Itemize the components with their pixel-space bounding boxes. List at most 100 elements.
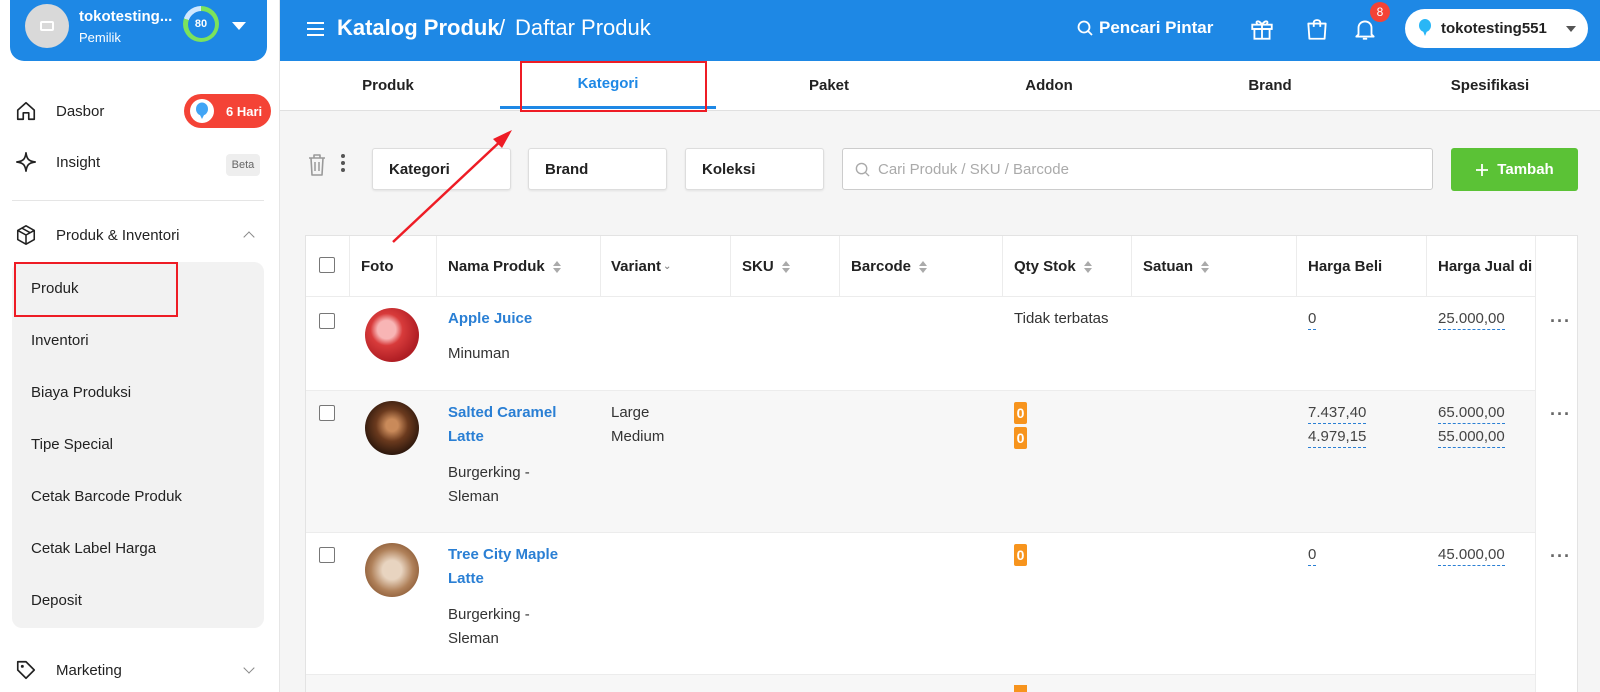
qty-stock-text: Tidak terbatas xyxy=(1014,310,1109,327)
column-header-foto: Foto xyxy=(361,236,393,297)
tab-spesifikasi[interactable]: Spesifikasi xyxy=(1382,61,1598,109)
store-name: tokotesting... xyxy=(79,8,173,25)
product-category: Minuman xyxy=(448,345,510,362)
store-selector[interactable]: tokotesting551 xyxy=(1405,9,1588,48)
buy-price[interactable]: 7.437,40 xyxy=(1308,403,1367,424)
submenu-item-tipe-special[interactable]: Tipe Special xyxy=(31,436,113,453)
buy-price[interactable]: 0 xyxy=(1308,309,1317,330)
submenu-item-biaya-produksi[interactable]: Biaya Produksi xyxy=(31,384,131,401)
breadcrumb-catalog[interactable]: Katalog Produk xyxy=(337,15,500,41)
table-row[interactable] xyxy=(306,675,1577,692)
hamburger-menu-icon[interactable] xyxy=(307,22,324,36)
product-name-line: Latte xyxy=(448,570,484,587)
sort-icon[interactable] xyxy=(919,260,928,273)
completion-score: 80 xyxy=(187,10,215,38)
trial-days-label: 6 Hari xyxy=(226,103,263,119)
buy-price[interactable]: 0 xyxy=(1308,545,1317,566)
sidebar-item-label: Dasbor xyxy=(56,102,105,120)
sidebar-item-label: Produk & Inventori xyxy=(56,226,180,244)
product-category-line: Sleman xyxy=(448,630,499,647)
column-header-satuan[interactable]: Satuan xyxy=(1143,236,1210,297)
column-header-variant[interactable]: Variant ⌄ xyxy=(611,236,671,297)
product-name-link[interactable]: Tree City Maple Latte xyxy=(448,543,558,591)
product-photo xyxy=(365,401,419,455)
trash-icon[interactable] xyxy=(307,153,327,177)
row-actions-column: ··· ··· ··· xyxy=(1535,236,1577,692)
page-title: Daftar Produk xyxy=(515,15,651,40)
sell-price-list: 65.000,00 55.000,00 xyxy=(1438,401,1505,449)
gift-icon[interactable] xyxy=(1247,14,1277,44)
sort-icon[interactable] xyxy=(1083,260,1092,273)
sell-price[interactable]: 55.000,00 xyxy=(1438,427,1505,448)
table-row[interactable]: Apple Juice Minuman Tidak terbatas 0 25.… xyxy=(306,297,1577,391)
sell-price[interactable]: 45.000,00 xyxy=(1438,545,1505,566)
filter-brand-button[interactable]: Brand xyxy=(528,148,667,190)
product-search-input[interactable] xyxy=(878,160,1418,178)
camera-icon xyxy=(40,21,54,31)
tab-addon[interactable]: Addon xyxy=(941,61,1157,109)
row-more-icon[interactable]: ··· xyxy=(1550,311,1571,332)
tab-produk[interactable]: Produk xyxy=(280,61,496,109)
column-header-barcode[interactable]: Barcode xyxy=(851,236,928,297)
submenu-item-cetak-label-harga[interactable]: Cetak Label Harga xyxy=(31,540,156,557)
tab-brand[interactable]: Brand xyxy=(1162,61,1378,109)
submenu-item-cetak-barcode[interactable]: Cetak Barcode Produk xyxy=(31,488,182,505)
submenu-item-deposit[interactable]: Deposit xyxy=(31,592,82,609)
shopping-bag-icon[interactable] xyxy=(1302,14,1332,44)
sell-price[interactable]: 65.000,00 xyxy=(1438,403,1505,424)
catalog-tabs: Produk Kategori Paket Addon Brand Spesif… xyxy=(280,61,1600,111)
column-header-harga-beli: Harga Beli xyxy=(1308,236,1382,297)
sort-icon[interactable] xyxy=(552,260,561,273)
smart-search-button[interactable]: Pencari Pintar xyxy=(1077,18,1213,38)
column-header-label: Harga Jual di xyxy=(1438,258,1533,275)
product-search-box[interactable] xyxy=(842,148,1433,190)
buy-price-list: 7.437,40 4.979,15 xyxy=(1308,401,1367,449)
store-selector-label: tokotesting551 xyxy=(1441,20,1547,37)
search-icon xyxy=(1077,20,1093,36)
store-profile-card[interactable]: tokotesting... Pemilik 80 xyxy=(10,0,267,61)
qty-stock-list: 0 0 xyxy=(1014,402,1027,452)
submenu-item-inventori[interactable]: Inventori xyxy=(31,332,89,349)
smart-search-label: Pencari Pintar xyxy=(1099,18,1214,37)
filter-koleksi-button[interactable]: Koleksi xyxy=(685,148,824,190)
annotation-highlight-produk-menu xyxy=(14,262,178,317)
table-row[interactable]: Salted Caramel Latte Burgerking - Sleman… xyxy=(306,391,1577,533)
row-checkbox[interactable] xyxy=(319,547,335,563)
sort-icon[interactable] xyxy=(1201,260,1210,273)
sidebar: tokotesting... Pemilik 80 Dasbor 6 Hari … xyxy=(0,0,280,692)
buy-price[interactable]: 4.979,15 xyxy=(1308,427,1367,448)
store-avatar xyxy=(25,4,69,48)
stock-badge: 0 xyxy=(1014,427,1027,449)
product-name-link[interactable]: Salted Caramel Latte xyxy=(448,401,556,449)
stock-badge: 0 xyxy=(1014,544,1027,566)
column-header-label: Nama Produk xyxy=(448,258,545,275)
column-header-qty-stok[interactable]: Qty Stok xyxy=(1014,236,1092,297)
row-more-icon[interactable]: ··· xyxy=(1550,404,1571,425)
sort-icon[interactable] xyxy=(781,260,790,273)
column-header-label: Foto xyxy=(361,258,394,275)
row-checkbox[interactable] xyxy=(319,313,335,329)
row-more-icon[interactable]: ··· xyxy=(1550,546,1571,567)
chevron-down-icon[interactable]: ⌄ xyxy=(663,261,671,272)
column-header-nama-produk[interactable]: Nama Produk xyxy=(448,236,561,297)
trial-days-badge[interactable]: 6 Hari xyxy=(184,94,271,128)
column-header-sku[interactable]: SKU xyxy=(742,236,790,297)
more-options-icon[interactable] xyxy=(341,154,345,175)
sidebar-item-produk-inventori[interactable]: Produk & Inventori xyxy=(0,215,270,255)
product-category: Burgerking - Sleman xyxy=(448,461,530,509)
product-name-link[interactable]: Apple Juice xyxy=(448,307,532,331)
select-all-checkbox[interactable] xyxy=(319,257,335,273)
profile-dropdown-icon[interactable] xyxy=(232,22,246,30)
table-row[interactable]: Tree City Maple Latte Burgerking - Slema… xyxy=(306,533,1577,675)
row-checkbox[interactable] xyxy=(319,405,335,421)
box-icon xyxy=(14,223,38,247)
product-category-line: Sleman xyxy=(448,488,499,505)
add-product-button[interactable]: Tambah xyxy=(1451,148,1578,191)
completion-score-ring: 80 xyxy=(183,6,219,42)
tab-paket[interactable]: Paket xyxy=(721,61,937,109)
sidebar-item-marketing[interactable]: Marketing xyxy=(0,650,270,690)
search-icon xyxy=(855,162,870,177)
sell-price[interactable]: 25.000,00 xyxy=(1438,309,1505,330)
sidebar-divider xyxy=(12,200,264,201)
plus-icon xyxy=(1476,163,1489,176)
